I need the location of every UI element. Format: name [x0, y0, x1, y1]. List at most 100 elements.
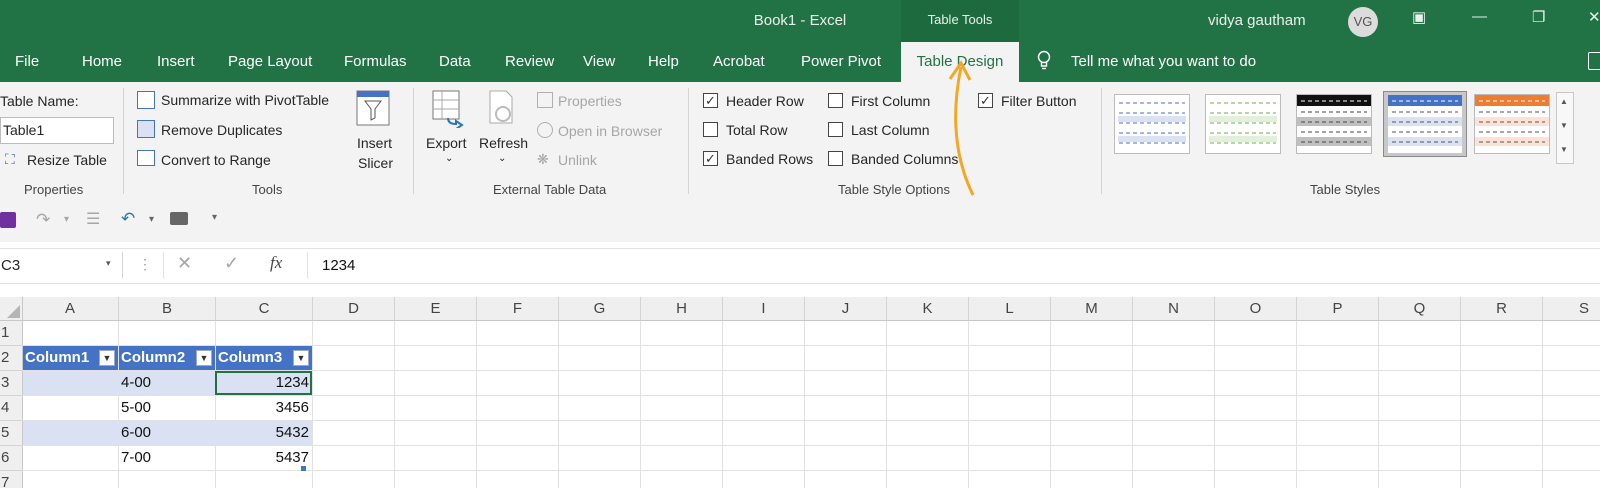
banded-columns-checkbox[interactable]: [828, 151, 843, 166]
filter-button-checkbox[interactable]: ✓: [978, 93, 993, 108]
minimize-icon[interactable]: —: [1472, 8, 1487, 25]
table-cell[interactable]: [23, 446, 118, 470]
remove-duplicates-button[interactable]: Remove Duplicates: [161, 122, 282, 138]
table-cell[interactable]: 5432: [216, 421, 309, 445]
select-all-button[interactable]: [0, 297, 23, 320]
unlink-button[interactable]: Unlink: [558, 152, 597, 168]
table-cell[interactable]: 3456: [216, 396, 309, 420]
table-style-medium-blue-selected[interactable]: [1383, 91, 1467, 157]
tab-data[interactable]: Data: [439, 53, 471, 70]
row-header-6[interactable]: 6: [0, 446, 23, 471]
column-header-q[interactable]: Q: [1379, 297, 1461, 320]
column-header-h[interactable]: H: [641, 297, 723, 320]
table-cell[interactable]: [23, 396, 118, 420]
more-styles-icon[interactable]: ▼: [1560, 145, 1568, 154]
column-header-c[interactable]: C: [216, 297, 313, 320]
comments-icon[interactable]: [1588, 52, 1600, 70]
resize-table-button[interactable]: Resize Table: [27, 152, 107, 168]
camera-icon[interactable]: [170, 212, 188, 225]
column-header-a[interactable]: A: [22, 297, 119, 320]
table-cell[interactable]: 5-00: [121, 396, 215, 420]
banded-rows-checkbox[interactable]: ✓: [703, 151, 718, 166]
table-styles-scroll[interactable]: ▲ ▼ ▼: [1556, 92, 1574, 164]
row-header-5[interactable]: 5: [0, 421, 23, 446]
undo-dropdown-icon[interactable]: ▾: [149, 214, 154, 225]
total-row-checkbox[interactable]: [703, 122, 718, 137]
column-header-m[interactable]: M: [1051, 297, 1133, 320]
table-name-input[interactable]: Table1: [0, 117, 114, 144]
tab-review[interactable]: Review: [505, 53, 554, 70]
table-resize-handle[interactable]: [301, 466, 306, 471]
column-header-o[interactable]: O: [1215, 297, 1297, 320]
scroll-up-icon[interactable]: ▲: [1560, 97, 1568, 106]
row-header-3[interactable]: 3: [0, 371, 23, 396]
bullet-list-icon[interactable]: ☰: [86, 209, 100, 229]
insert-slicer-label-line1[interactable]: Insert: [357, 135, 392, 151]
column-header-p[interactable]: P: [1297, 297, 1379, 320]
ribbon-display-options-icon[interactable]: ▣: [1412, 8, 1426, 26]
column-header-j[interactable]: J: [805, 297, 887, 320]
table-style-light-blue[interactable]: [1114, 94, 1190, 154]
user-name[interactable]: vidya gautham: [1208, 12, 1306, 29]
column-header-l[interactable]: L: [969, 297, 1051, 320]
tab-help[interactable]: Help: [648, 53, 679, 70]
row-header-2[interactable]: 2: [0, 346, 23, 371]
table-style-light-green[interactable]: [1205, 94, 1281, 154]
column-header-f[interactable]: F: [477, 297, 559, 320]
column-header-e[interactable]: E: [395, 297, 477, 320]
save-icon[interactable]: [0, 212, 16, 228]
table-cell[interactable]: 4-00: [121, 371, 215, 395]
undo-icon[interactable]: ↶: [121, 209, 135, 229]
tab-page-layout[interactable]: Page Layout: [228, 53, 312, 70]
table-cell[interactable]: [23, 371, 118, 395]
column-header-d[interactable]: D: [313, 297, 395, 320]
tell-me-search[interactable]: Tell me what you want to do: [1071, 53, 1256, 70]
table-cell[interactable]: [23, 421, 118, 445]
table-style-medium-orange[interactable]: [1474, 94, 1550, 154]
row-header-1[interactable]: 1: [0, 321, 23, 346]
tab-view[interactable]: View: [583, 53, 615, 70]
close-icon[interactable]: ✕: [1588, 8, 1600, 26]
table-cell[interactable]: 6-00: [121, 421, 215, 445]
table-cell[interactable]: 7-00: [121, 446, 215, 470]
restore-icon[interactable]: ❐: [1532, 8, 1545, 26]
name-box-dropdown-icon[interactable]: ▾: [106, 258, 111, 269]
tab-insert[interactable]: Insert: [157, 53, 195, 70]
table-cell[interactable]: 5437: [216, 446, 309, 470]
filter-dropdown-icon[interactable]: ▼: [196, 350, 212, 366]
tab-home[interactable]: Home: [82, 53, 122, 70]
filter-dropdown-icon[interactable]: ▼: [99, 350, 115, 366]
filter-dropdown-icon[interactable]: ▼: [293, 350, 309, 366]
column-header-n[interactable]: N: [1133, 297, 1215, 320]
export-button[interactable]: Export: [426, 135, 466, 151]
tab-formulas[interactable]: Formulas: [344, 53, 407, 70]
enter-icon[interactable]: ✓: [224, 253, 239, 274]
tab-acrobat[interactable]: Acrobat: [713, 53, 765, 70]
cancel-icon[interactable]: ✕: [177, 253, 192, 274]
formula-input[interactable]: 1234: [307, 252, 1600, 278]
properties-button[interactable]: Properties: [558, 93, 622, 109]
insert-slicer-label-line2[interactable]: Slicer: [358, 155, 393, 171]
column-header-k[interactable]: K: [887, 297, 969, 320]
scroll-down-icon[interactable]: ▼: [1560, 121, 1568, 130]
customize-qat-icon[interactable]: ▾: [212, 212, 217, 223]
name-box[interactable]: C3 ▾: [0, 252, 123, 278]
column-header-b[interactable]: B: [119, 297, 216, 320]
column-header-s[interactable]: S: [1543, 297, 1600, 320]
open-in-browser-button[interactable]: Open in Browser: [558, 123, 662, 139]
refresh-button[interactable]: Refresh: [479, 135, 528, 151]
redo-dropdown-icon[interactable]: ▾: [64, 214, 69, 225]
tab-file[interactable]: File: [15, 53, 39, 70]
table-cell[interactable]: 1234: [216, 371, 309, 395]
last-column-checkbox[interactable]: [828, 122, 843, 137]
summarize-pivottable-button[interactable]: Summarize with PivotTable: [161, 92, 329, 108]
row-header-4[interactable]: 4: [0, 396, 23, 421]
tab-power-pivot[interactable]: Power Pivot: [801, 53, 881, 70]
header-row-checkbox[interactable]: ✓: [703, 93, 718, 108]
convert-to-range-button[interactable]: Convert to Range: [161, 152, 271, 168]
export-dropdown-chevron-icon[interactable]: ⌄: [445, 153, 453, 164]
column-header-i[interactable]: I: [723, 297, 805, 320]
table-style-dark[interactable]: [1296, 94, 1372, 154]
column-header-r[interactable]: R: [1461, 297, 1543, 320]
insert-function-icon[interactable]: fx: [270, 253, 282, 273]
